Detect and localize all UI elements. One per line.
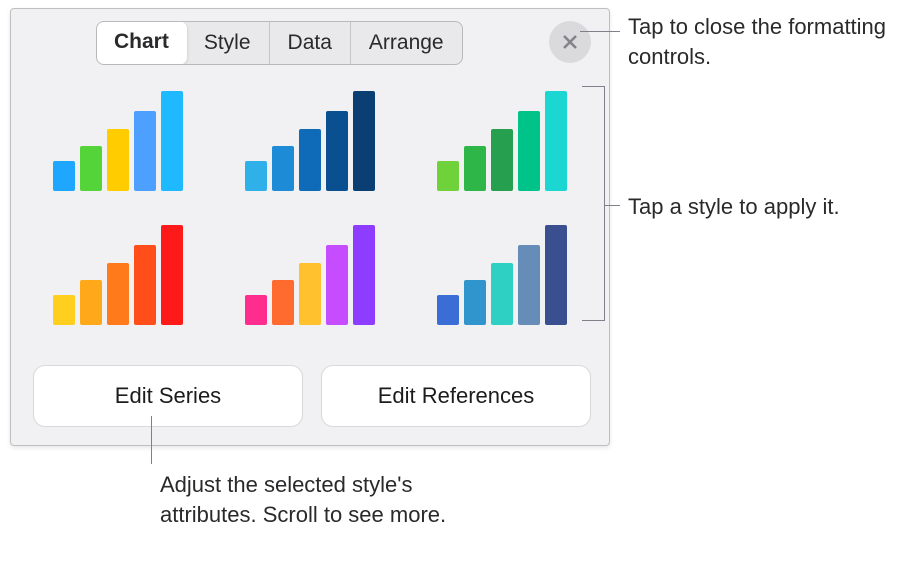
bar-icon: [134, 111, 156, 191]
callout-leader: [580, 31, 620, 32]
bar-icon: [299, 129, 321, 191]
chart-style-thumb[interactable]: [417, 221, 587, 331]
bar-icon: [245, 161, 267, 191]
bar-icon: [272, 146, 294, 191]
callout-style: Tap a style to apply it.: [628, 192, 888, 222]
bar-icon: [491, 263, 513, 325]
bar-icon: [53, 295, 75, 325]
callout-leader: [582, 320, 604, 321]
bar-icon: [518, 245, 540, 325]
tab-bar: Chart Style Data Arrange: [96, 21, 463, 65]
bar-icon: [437, 295, 459, 325]
chart-style-thumb[interactable]: [225, 221, 395, 331]
callout-series: Adjust the selected style's attributes. …: [160, 470, 460, 529]
tab-chart[interactable]: Chart: [96, 21, 187, 65]
bar-icon: [107, 263, 129, 325]
close-button[interactable]: [549, 21, 591, 63]
tab-data[interactable]: Data: [270, 22, 351, 64]
bar-icon: [161, 225, 183, 325]
format-panel: Chart Style Data Arrange Edit Series Edi…: [10, 8, 610, 446]
chart-style-thumb[interactable]: [417, 87, 587, 197]
callout-leader: [582, 86, 604, 87]
bar-icon: [107, 129, 129, 191]
bar-icon: [272, 280, 294, 325]
edit-series-button[interactable]: Edit Series: [33, 365, 303, 427]
bar-icon: [80, 280, 102, 325]
bar-icon: [299, 263, 321, 325]
bar-icon: [545, 225, 567, 325]
bar-icon: [161, 91, 183, 191]
edit-references-button[interactable]: Edit References: [321, 365, 591, 427]
bar-icon: [464, 146, 486, 191]
tab-arrange[interactable]: Arrange: [351, 22, 462, 64]
chart-style-thumb[interactable]: [33, 221, 203, 331]
callout-leader: [604, 86, 605, 321]
bar-icon: [437, 161, 459, 191]
bar-icon: [326, 111, 348, 191]
bar-icon: [464, 280, 486, 325]
callout-leader: [151, 416, 152, 464]
close-icon: [561, 33, 579, 51]
chart-style-thumb[interactable]: [33, 87, 203, 197]
bar-icon: [545, 91, 567, 191]
bar-icon: [53, 161, 75, 191]
callout-close: Tap to close the formatting controls.: [628, 12, 888, 71]
bar-icon: [326, 245, 348, 325]
tab-style[interactable]: Style: [186, 22, 270, 64]
bar-icon: [245, 295, 267, 325]
chart-styles-grid: [33, 87, 589, 331]
bar-icon: [491, 129, 513, 191]
chart-style-thumb[interactable]: [225, 87, 395, 197]
buttons-row: Edit Series Edit References: [33, 365, 591, 427]
bar-icon: [80, 146, 102, 191]
bar-icon: [134, 245, 156, 325]
bar-icon: [353, 91, 375, 191]
bar-icon: [518, 111, 540, 191]
bar-icon: [353, 225, 375, 325]
callout-leader: [604, 205, 620, 206]
